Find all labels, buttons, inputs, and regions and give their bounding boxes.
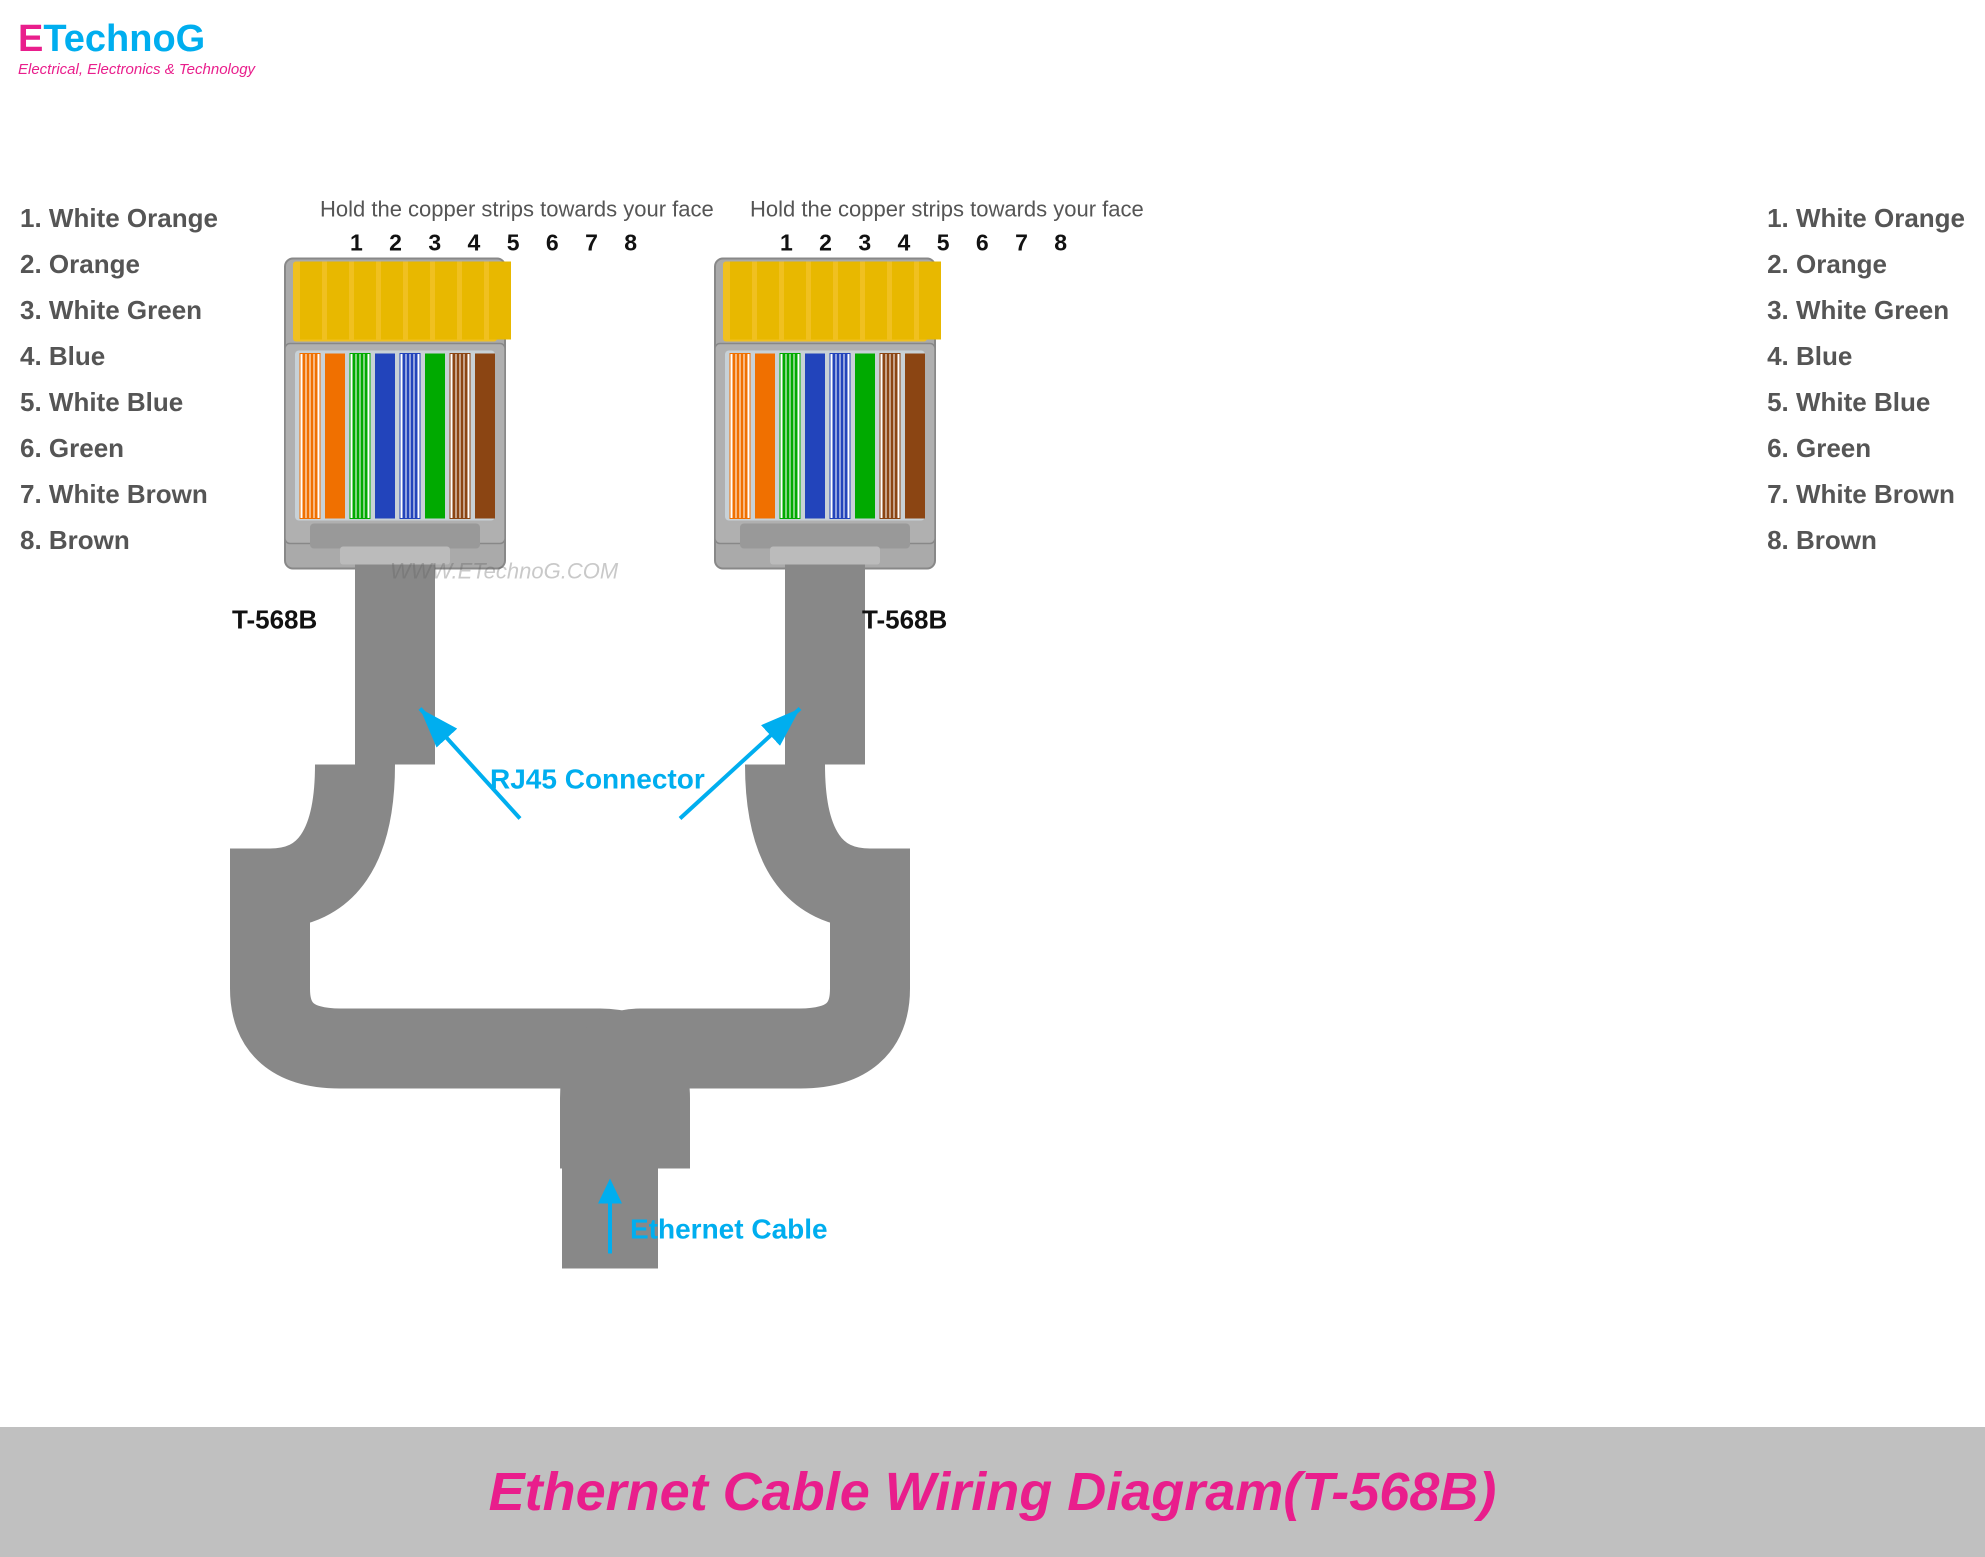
svg-text:Hold the copper strips towards: Hold the copper strips towards your face [750,197,1144,222]
svg-text:WWW.ETechnoG.COM: WWW.ETechnoG.COM [390,559,619,584]
footer-banner: Ethernet Cable Wiring Diagram(T-568B) [0,1427,1985,1557]
svg-text:RJ45 Connector: RJ45 Connector [490,764,705,795]
svg-text:1 2 3 4 5 6 7 8: 1 2 3 4 5 6 7 8 [350,230,647,256]
svg-text:T-568B: T-568B [232,605,317,635]
svg-text:Hold the copper strips towards: Hold the copper strips towards your face [320,197,714,222]
main-diagram: Hold the copper strips towards your face… [0,0,1985,1557]
svg-text:Ethernet Cable: Ethernet Cable [630,1214,828,1245]
footer-title: Ethernet Cable Wiring Diagram(T-568B) [489,1461,1497,1523]
svg-text:T-568B: T-568B [862,605,947,635]
svg-text:1 2 3 4 5 6 7 8: 1 2 3 4 5 6 7 8 [780,230,1077,256]
